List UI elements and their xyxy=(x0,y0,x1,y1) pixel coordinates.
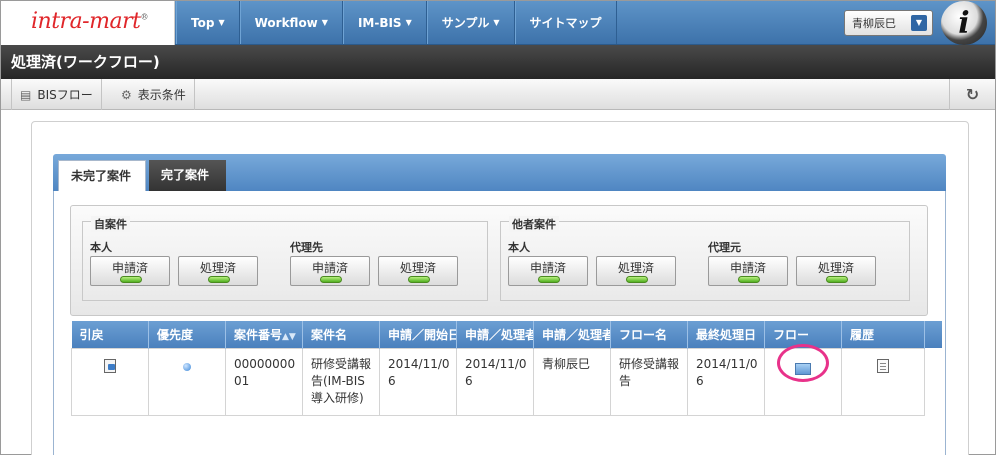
status-lamp-icon xyxy=(738,276,760,283)
caret-down-icon: ▼ xyxy=(493,18,500,27)
toolbar: ▤ BISフロー ⚙ 表示条件 ↻ xyxy=(1,79,995,110)
own-self-label: 本人 xyxy=(90,241,112,254)
own-self-processed-button[interactable]: 処理済 xyxy=(178,256,258,286)
priority-dot-icon xyxy=(183,362,191,371)
col-header-priority: 優先度 xyxy=(148,321,226,348)
own-cases-legend: 自案件 xyxy=(91,216,130,232)
display-conditions-button[interactable]: ⚙ 表示条件 xyxy=(113,79,195,110)
nav-item-workflow[interactable]: Workflow ▼ xyxy=(239,1,343,44)
case-number-cell: 0000000001 xyxy=(225,347,303,416)
gear-icon: ⚙ xyxy=(121,87,132,102)
user-name: 青柳辰巳 xyxy=(852,17,896,30)
col-header-flow-name: フロー名 xyxy=(610,321,688,348)
history-icon[interactable] xyxy=(877,358,889,373)
display-conditions-label: 表示条件 xyxy=(137,88,186,102)
col-header-applicant-processor: 申請／処理者 xyxy=(456,321,534,348)
own-proxy-processed-button[interactable]: 処理済 xyxy=(378,256,458,286)
status-lamp-icon xyxy=(408,276,430,283)
process-date-cell: 2014/11/06 xyxy=(456,347,534,416)
status-lamp-icon xyxy=(826,276,848,283)
nav-item-top[interactable]: Top ▼ xyxy=(176,1,240,44)
col-header-last-processed: 最終処理日 xyxy=(687,321,765,348)
caret-down-icon: ▼ xyxy=(405,18,412,27)
others-self-label: 本人 xyxy=(508,241,530,254)
nav-item-im-bis[interactable]: IM-BIS ▼ xyxy=(342,1,427,44)
page-title: 処理済(ワークフロー) xyxy=(1,45,995,79)
flow-name-cell: 研修受講報告 xyxy=(610,347,688,416)
status-lamp-icon xyxy=(120,276,142,283)
others-proxy-applied-button[interactable]: 申請済 xyxy=(708,256,788,286)
pullback-icon[interactable] xyxy=(104,358,116,373)
status-lamp-icon xyxy=(626,276,648,283)
caret-down-icon: ▼ xyxy=(218,18,225,27)
col-header-history: 履歴 xyxy=(841,321,925,348)
history-cell xyxy=(841,347,925,416)
status-lamp-icon xyxy=(208,276,230,283)
col-header-apply-date: 申請／開始日 xyxy=(379,321,457,348)
tab-incomplete-cases[interactable]: 未完了案件 xyxy=(58,160,146,191)
col-header-case-name: 案件名 xyxy=(302,321,380,348)
main-menu: Top ▼ Workflow ▼ IM-BIS ▼ サンプル ▼ サイトマップ xyxy=(176,1,617,44)
status-lamp-icon xyxy=(538,276,560,283)
others-proxy-label: 代理元 xyxy=(708,241,741,254)
nav-item-sitemap[interactable]: サイトマップ xyxy=(514,1,617,44)
caret-down-icon: ▼ xyxy=(321,18,328,27)
tab-completed-cases[interactable]: 完了案件 xyxy=(149,160,226,191)
logo-wordmark: intra-mart® xyxy=(31,9,148,34)
status-lamp-icon xyxy=(320,276,342,283)
intra-mart-logo[interactable]: intra-mart® xyxy=(1,1,175,45)
chevron-down-icon: ▼ xyxy=(911,15,927,31)
window-icon: ▤ xyxy=(20,87,32,102)
case-name-cell: 研修受講報告(IM-BIS導入研修) xyxy=(302,347,380,416)
refresh-icon[interactable]: ↻ xyxy=(949,79,995,110)
table-header-filler xyxy=(924,321,942,348)
others-cases-legend: 他者案件 xyxy=(509,216,559,232)
bis-flow-button[interactable]: ▤ BISフロー xyxy=(12,79,102,110)
bis-flow-label: BISフロー xyxy=(37,88,93,102)
info-avatar-icon[interactable]: i xyxy=(941,1,987,45)
sort-icon[interactable]: ▲▼ xyxy=(282,332,296,342)
top-navigation-bar: intra-mart® Top ▼ Workflow ▼ IM-BIS ▼ サンプル ▼… xyxy=(1,1,995,45)
col-header-pullback: 引戻 xyxy=(71,321,149,348)
apply-date-cell: 2014/11/06 xyxy=(379,347,457,416)
col-header-processor: 申請／処理者 xyxy=(533,321,611,348)
own-self-applied-button[interactable]: 申請済 xyxy=(90,256,170,286)
own-proxy-label: 代理先 xyxy=(290,241,323,254)
pullback-cell xyxy=(71,347,149,416)
others-self-applied-button[interactable]: 申請済 xyxy=(508,256,588,286)
highlight-annotation-circle xyxy=(777,344,829,382)
others-proxy-processed-button[interactable]: 処理済 xyxy=(796,256,876,286)
col-header-case-number[interactable]: 案件番号▲▼ xyxy=(225,321,303,348)
own-proxy-applied-button[interactable]: 申請済 xyxy=(290,256,370,286)
nav-item-sample[interactable]: サンプル ▼ xyxy=(426,1,515,44)
processor-cell: 青柳辰巳 xyxy=(533,347,611,416)
user-menu-dropdown[interactable]: 青柳辰巳 ▼ xyxy=(844,10,933,36)
priority-cell xyxy=(148,347,226,416)
others-self-processed-button[interactable]: 処理済 xyxy=(596,256,676,286)
last-processed-cell: 2014/11/06 xyxy=(687,347,765,416)
